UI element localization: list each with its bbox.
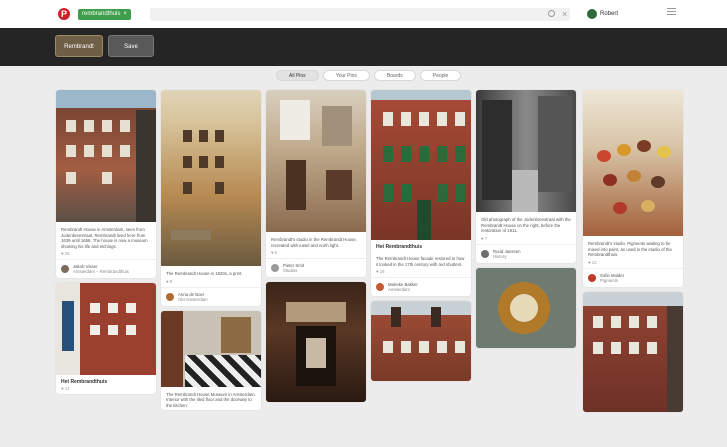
- pin-description: Rembrandt's studio. Pigments waiting to …: [588, 241, 672, 258]
- pinner-board: Pigments: [600, 277, 618, 283]
- pin-card[interactable]: [266, 282, 366, 403]
- pin-likes: ♥ 5: [271, 250, 278, 256]
- search-tag-label: rembrandthuis: [82, 11, 121, 17]
- pin-likes: ♥ 26: [61, 251, 70, 257]
- pin-card[interactable]: [371, 301, 471, 382]
- pin-image[interactable]: [371, 90, 471, 240]
- remove-tag-icon[interactable]: ×: [123, 11, 127, 17]
- filter-tabs: All Pins Your Pins Boards People: [276, 70, 462, 81]
- pinner-info[interactable]: Sofie Mulder Pigments: [583, 267, 683, 287]
- pinner-info[interactable]: Ruud Janssen History: [476, 243, 576, 263]
- pin-card[interactable]: The Rembrandt House in 1920s, a print. ♥…: [161, 90, 261, 306]
- pin-card[interactable]: Het Rembrandthuis The Rembrandt House fa…: [371, 90, 471, 297]
- pin-column: The Rembrandt House in 1920s, a print. ♥…: [161, 90, 261, 415]
- pinner-info[interactable]: Anna de Boer Old Amsterdam: [161, 286, 261, 306]
- pin-card[interactable]: The Rembrandt House Museum in Amsterdam.…: [161, 310, 261, 411]
- pin-card[interactable]: Het Rembrandthuis ♥ 14: [56, 283, 156, 395]
- pinner-info[interactable]: Jakob Visser Amsterdam – Rembrandthuis: [56, 259, 156, 278]
- pinner-board: History: [493, 253, 507, 259]
- pin-column: Het Rembrandthuis The Rembrandt House fa…: [371, 90, 471, 386]
- pin-description: Old photograph of the Jodenbreestraat wi…: [481, 217, 571, 234]
- pin-image[interactable]: [161, 90, 261, 266]
- search-tag[interactable]: rembrandthuis ×: [78, 9, 131, 20]
- board-button-active[interactable]: Rembrandt: [55, 35, 103, 57]
- board-bar: Rembrandt Save: [0, 28, 727, 66]
- pin-image[interactable]: [266, 90, 366, 232]
- pin-title: Het Rembrandthuis: [61, 379, 108, 386]
- pin-card[interactable]: [583, 291, 683, 412]
- pin-image[interactable]: [56, 283, 156, 376]
- clear-search-icon[interactable]: ×: [562, 8, 567, 20]
- avatar[interactable]: [587, 9, 597, 19]
- tab-all-pins[interactable]: All Pins: [276, 70, 319, 81]
- pin-description: The Rembrandt House facade restored to h…: [376, 256, 465, 267]
- pin-image[interactable]: [583, 90, 683, 236]
- pin-column: Rembrandt's studio in the Rembrandt Hous…: [266, 90, 366, 407]
- board-button-other[interactable]: Save: [108, 35, 154, 57]
- top-bar: P rembrandthuis × × Robert: [0, 0, 727, 29]
- pin-card[interactable]: Rembrandt's studio. Pigments waiting to …: [583, 90, 683, 287]
- pin-likes: ♥ 12: [588, 259, 597, 265]
- pin-image[interactable]: [161, 310, 261, 387]
- pin-image[interactable]: [583, 291, 683, 412]
- pin-image[interactable]: [56, 90, 156, 222]
- pinner-board: Amsterdam – Rembrandthuis: [73, 269, 129, 275]
- pin-card[interactable]: Old photograph of the Jodenbreestraat wi…: [476, 90, 576, 263]
- pin-likes: ♥ 9: [166, 278, 173, 284]
- pin-column: Rembrandt's studio. Pigments waiting to …: [583, 90, 683, 417]
- avatar: [166, 292, 174, 301]
- pin-card[interactable]: [476, 267, 576, 348]
- avatar: [61, 265, 69, 274]
- pin-description: The Rembrandt House in 1920s, a print.: [166, 271, 243, 276]
- pin-image[interactable]: [266, 282, 366, 403]
- pin-likes: ♥ 7: [481, 235, 488, 241]
- tab-people[interactable]: People: [419, 70, 462, 81]
- pin-likes: ♥ 18: [376, 269, 385, 275]
- pin-description: Rembrandt House in Amsterdam, seen from …: [61, 227, 148, 249]
- pin-image[interactable]: [476, 267, 576, 348]
- tab-your-pins[interactable]: Your Pins: [322, 70, 370, 81]
- pinner-info[interactable]: Pieter Smit Studios: [266, 258, 366, 277]
- pinner-board: Old Amsterdam: [178, 296, 208, 302]
- pinner-board: Studios: [283, 268, 298, 274]
- pin-card[interactable]: Rembrandt's studio in the Rembrandt Hous…: [266, 90, 366, 278]
- pin-description: Rembrandt's studio in the Rembrandt Hous…: [271, 237, 357, 248]
- search-icon[interactable]: [548, 10, 555, 17]
- pinner-board: Amsterdam: [388, 287, 410, 293]
- pin-image[interactable]: [476, 90, 576, 212]
- avatar: [481, 249, 489, 258]
- avatar: [271, 264, 279, 273]
- user-name[interactable]: Robert: [600, 9, 618, 20]
- pinner-info[interactable]: Marieke Bakker Amsterdam: [371, 277, 471, 296]
- pin-title: Het Rembrandthuis: [376, 244, 423, 250]
- pin-column: Old photograph of the Jodenbreestraat wi…: [476, 90, 576, 353]
- menu-icon[interactable]: [667, 8, 676, 17]
- tab-boards[interactable]: Boards: [373, 70, 416, 81]
- avatar: [588, 273, 596, 282]
- logo-icon[interactable]: P: [58, 8, 70, 20]
- pin-image[interactable]: [371, 301, 471, 382]
- pin-likes: ♥ 14: [61, 386, 70, 392]
- avatar: [376, 283, 384, 292]
- pin-card[interactable]: Rembrandt House in Amsterdam, seen from …: [56, 90, 156, 279]
- search-input[interactable]: [150, 8, 570, 21]
- pin-column: Rembrandt House in Amsterdam, seen from …: [56, 90, 156, 399]
- pin-description: The Rembrandt House Museum in Amsterdam.…: [166, 391, 256, 408]
